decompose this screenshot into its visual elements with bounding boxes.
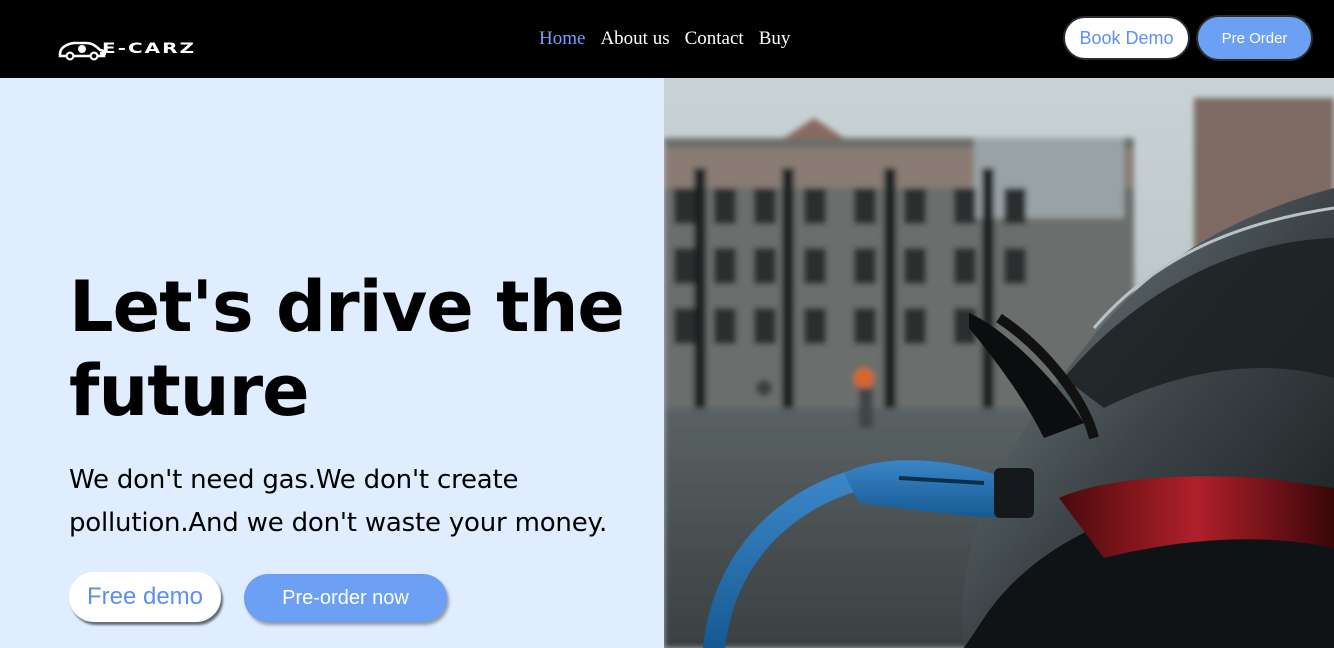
nav-link-contact[interactable]: Contact <box>685 27 744 51</box>
pre-order-now-button[interactable]: Pre-order now <box>244 574 447 622</box>
car-plug-icon <box>58 41 106 61</box>
hero-subtitle: We don't need gas.We don't create pollut… <box>69 465 608 538</box>
nav-link-buy[interactable]: Buy <box>759 27 791 51</box>
electric-car-charging-photo <box>664 78 1334 648</box>
main-nav: Home About us Contact Buy <box>539 27 790 51</box>
nav-link-about-us[interactable]: About us <box>600 27 669 51</box>
logo[interactable]: E-CARZ <box>56 34 256 62</box>
pre-order-button[interactable]: Pre Order <box>1196 15 1313 61</box>
logo-text: E-CARZ <box>102 39 197 57</box>
hero-title: Let's drive the future <box>69 266 625 432</box>
free-demo-button[interactable]: Free demo <box>69 572 221 622</box>
book-demo-button[interactable]: Book Demo <box>1063 16 1190 60</box>
nav-link-home[interactable]: Home <box>539 27 585 51</box>
navbar: E-CARZ Home About us Contact Buy Book De… <box>0 0 1334 78</box>
